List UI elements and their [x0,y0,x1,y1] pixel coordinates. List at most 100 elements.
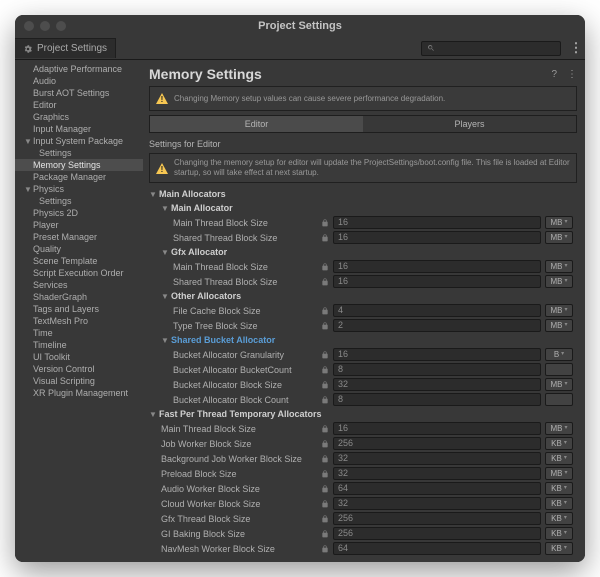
number-input[interactable]: 16 [333,422,541,435]
subgroup-header[interactable]: ▼Gfx Allocator [149,245,573,259]
unit-dropdown[interactable]: MB [545,467,573,480]
lock-icon [321,485,329,493]
sidebar-item-preset-manager[interactable]: Preset Manager [15,231,143,243]
field-label: Main Thread Block Size [149,218,317,228]
unit-dropdown[interactable]: KB [545,527,573,540]
field-label: Job Worker Block Size [149,439,317,449]
unit-dropdown[interactable]: KB [545,497,573,510]
unit-dropdown[interactable]: MB [545,422,573,435]
number-input[interactable]: 8 [333,393,541,406]
unit-dropdown[interactable]: KB [545,512,573,525]
unit-dropdown[interactable]: B [545,348,573,361]
unit-dropdown[interactable]: KB [545,437,573,450]
sidebar-item-visual-scripting[interactable]: Visual Scripting [15,375,143,387]
sidebar-item-script-execution-order[interactable]: Script Execution Order [15,267,143,279]
subgroup-header[interactable]: ▼Shared Bucket Allocator [149,333,573,347]
setting-field: Bucket Allocator BucketCount8 [149,362,573,377]
sidebar-item-tags-and-layers[interactable]: Tags and Layers [15,303,143,315]
sidebar-item-package-manager[interactable]: Package Manager [15,171,143,183]
gear-icon [23,44,33,54]
minimize-button[interactable] [40,21,50,31]
overflow-menu[interactable]: ⋮ [567,40,585,56]
sidebar-item-player[interactable]: Player [15,219,143,231]
number-input[interactable]: 64 [333,482,541,495]
maximize-button[interactable] [56,21,66,31]
number-input[interactable]: 32 [333,497,541,510]
tool-tab-project-settings[interactable]: Project Settings [15,38,116,58]
subgroup-header[interactable]: ▼Main Allocator [149,201,573,215]
lock-icon [321,455,329,463]
sidebar-item-settings[interactable]: Settings [15,147,143,159]
sidebar-item-textmesh-pro[interactable]: TextMesh Pro [15,315,143,327]
number-input[interactable]: 16 [333,348,541,361]
field-label: Gfx Thread Block Size [149,514,317,524]
help-icon[interactable]: ? [551,69,557,80]
unit-dropdown[interactable] [545,393,573,406]
group-header[interactable]: ▼Main Allocators [149,187,573,201]
sidebar-item-audio[interactable]: Audio [15,75,143,87]
lock-icon [321,500,329,508]
sidebar-item-shadergraph[interactable]: ShaderGraph [15,291,143,303]
sidebar-item-quality[interactable]: Quality [15,243,143,255]
unit-dropdown[interactable]: KB [545,482,573,495]
unit-dropdown[interactable]: MB [545,319,573,332]
sidebar-item-label: Player [33,220,59,230]
warning-icon [156,163,168,174]
sidebar-item-xr-plugin-management[interactable]: XR Plugin Management [15,387,143,399]
sidebar-item-graphics[interactable]: Graphics [15,111,143,123]
sidebar-item-ui-toolkit[interactable]: UI Toolkit [15,351,143,363]
lock-icon [321,322,329,330]
unit-dropdown[interactable]: MB [545,216,573,229]
sidebar-item-time[interactable]: Time [15,327,143,339]
group-header[interactable]: ▼Fast Per Thread Temporary Allocators [149,407,573,421]
sidebar-item-input-system-package[interactable]: ▼Input System Package [15,135,143,147]
tab-editor[interactable]: Editor [150,116,363,132]
overflow-menu-icon[interactable]: ⋮ [567,69,577,80]
number-input[interactable]: 8 [333,363,541,376]
number-input[interactable]: 256 [333,512,541,525]
sidebar-item-timeline[interactable]: Timeline [15,339,143,351]
number-input[interactable]: 16 [333,275,541,288]
unit-dropdown[interactable]: KB [545,542,573,555]
number-input[interactable]: 4 [333,304,541,317]
unit-dropdown[interactable]: MB [545,231,573,244]
sidebar-item-label: Time [33,328,53,338]
sidebar-item-input-manager[interactable]: Input Manager [15,123,143,135]
number-input[interactable]: 2 [333,319,541,332]
sidebar-item-label: Adaptive Performance [33,64,122,74]
sidebar-item-adaptive-performance[interactable]: Adaptive Performance [15,63,143,75]
sidebar-item-physics-2d[interactable]: Physics 2D [15,207,143,219]
sidebar-item-version-control[interactable]: Version Control [15,363,143,375]
unit-dropdown[interactable]: MB [545,378,573,391]
settings-scroll[interactable]: ▼Main Allocators▼Main AllocatorMain Thre… [149,187,577,562]
number-input[interactable]: 256 [333,527,541,540]
unit-dropdown[interactable]: KB [545,452,573,465]
number-input[interactable]: 256 [333,437,541,450]
field-label: Bucket Allocator Granularity [149,350,317,360]
tab-players[interactable]: Players [363,116,576,132]
unit-dropdown[interactable] [545,363,573,376]
search-input[interactable] [421,41,561,56]
unit-dropdown[interactable]: MB [545,275,573,288]
subgroup-header[interactable]: ▼Other Allocators [149,289,573,303]
lock-icon [321,234,329,242]
number-input[interactable]: 16 [333,216,541,229]
unit-dropdown[interactable]: MB [545,260,573,273]
number-input[interactable]: 32 [333,452,541,465]
setting-field: Gfx Thread Block Size 256 KB [149,511,573,526]
sidebar-item-burst-aot-settings[interactable]: Burst AOT Settings [15,87,143,99]
sidebar-item-physics[interactable]: ▼Physics [15,183,143,195]
number-input[interactable]: 32 [333,467,541,480]
sidebar-item-editor[interactable]: Editor [15,99,143,111]
sidebar-item-settings[interactable]: Settings [15,195,143,207]
close-button[interactable] [24,21,34,31]
unit-dropdown[interactable]: MB [545,304,573,317]
sidebar-item-services[interactable]: Services [15,279,143,291]
sidebar-item-memory-settings[interactable]: Memory Settings [15,159,143,171]
sidebar-item-scene-template[interactable]: Scene Template [15,255,143,267]
number-input[interactable]: 64 [333,542,541,555]
number-input[interactable]: 32 [333,378,541,391]
number-input[interactable]: 16 [333,260,541,273]
number-input[interactable]: 16 [333,231,541,244]
setting-field: Main Thread Block Size 16 MB [149,215,573,230]
